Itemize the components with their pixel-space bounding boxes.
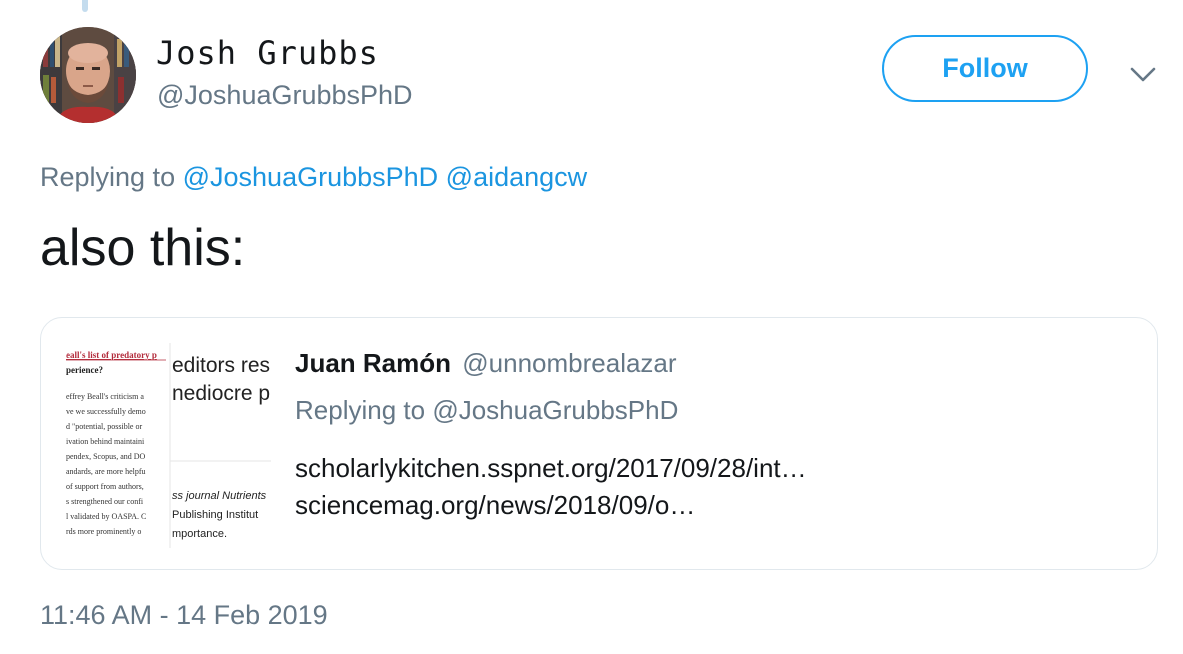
avatar[interactable] xyxy=(40,27,136,123)
reply-prefix: Replying to xyxy=(40,162,176,192)
thumbnail-overlay-line: nediocre pa xyxy=(172,382,271,405)
chevron-down-icon[interactable] xyxy=(1128,60,1158,90)
reply-mention-1[interactable]: @JoshuaGrubbsPhD xyxy=(183,162,439,192)
thumbnail-body-line: l validated by OASPA. C xyxy=(66,512,146,521)
thumbnail-footer-line: mportance. xyxy=(172,528,227,540)
thumbnail-body-line: rds more prominently o xyxy=(66,527,141,536)
quoted-link-1[interactable]: scholarlykitchen.sspnet.org/2017/09/28/i… xyxy=(295,453,807,484)
quoted-tweet-card[interactable]: eall's list of predatory p perience? eff… xyxy=(40,317,1158,570)
thumbnail-body-line: ve we successfully demo xyxy=(66,407,146,416)
thumbnail-body-line: pendex, Scopus, and DO xyxy=(66,452,146,461)
thumbnail-body-line: effrey Beall's criticism a xyxy=(66,392,144,401)
quoted-author-handle: @unnombrealazar xyxy=(462,348,677,378)
author-handle[interactable]: @JoshuaGrubbsPhD xyxy=(157,80,413,111)
thumbnail-overlay-line: editors res xyxy=(172,354,270,377)
thumbnail-body-line: of support from authors, xyxy=(66,482,144,491)
quoted-author: Juan Ramón @unnombrealazar xyxy=(295,348,677,379)
tweet-timestamp[interactable]: 11:46 AM - 14 Feb 2019 xyxy=(40,600,328,631)
quoted-link-2[interactable]: sciencemag.org/news/2018/09/o… xyxy=(295,490,695,521)
quoted-tweet-thumbnail: eall's list of predatory p perience? eff… xyxy=(66,343,271,548)
thumbnail-body-line: s strengthened our confi xyxy=(66,497,144,506)
thread-connector-line xyxy=(82,0,88,12)
reply-mention-2[interactable]: @aidangcw xyxy=(446,162,588,192)
quoted-reply-mention: @JoshuaGrubbsPhD xyxy=(432,395,679,425)
thumbnail-body-line: d "potential, possible or xyxy=(66,422,142,431)
thumbnail-footer-line: Publishing Institut xyxy=(172,509,258,521)
thumbnail-body-line: ivation behind maintaini xyxy=(66,437,145,446)
follow-button[interactable]: Follow xyxy=(882,35,1088,102)
thumbnail-subheading: perience? xyxy=(66,365,103,375)
thumbnail-image: eall's list of predatory p perience? eff… xyxy=(66,343,271,548)
tweet-text: also this: xyxy=(40,219,246,277)
thumbnail-body-line: andards, are more helpfu xyxy=(66,467,146,476)
thumbnail-headline: eall's list of predatory p xyxy=(66,350,157,360)
quoted-author-name: Juan Ramón xyxy=(295,348,452,378)
tweet-page: Josh Grubbs @JoshuaGrubbsPhD Follow Repl… xyxy=(0,0,1183,654)
author-display-name[interactable]: Josh Grubbs xyxy=(156,34,379,72)
reply-context: Replying to @JoshuaGrubbsPhD @aidangcw xyxy=(40,162,587,193)
thumbnail-footer-line: ss journal Nutrients xyxy=(172,490,267,502)
quoted-reply-context: Replying to @JoshuaGrubbsPhD xyxy=(295,395,678,426)
quoted-reply-prefix: Replying to xyxy=(295,395,426,425)
avatar-image xyxy=(40,27,136,123)
